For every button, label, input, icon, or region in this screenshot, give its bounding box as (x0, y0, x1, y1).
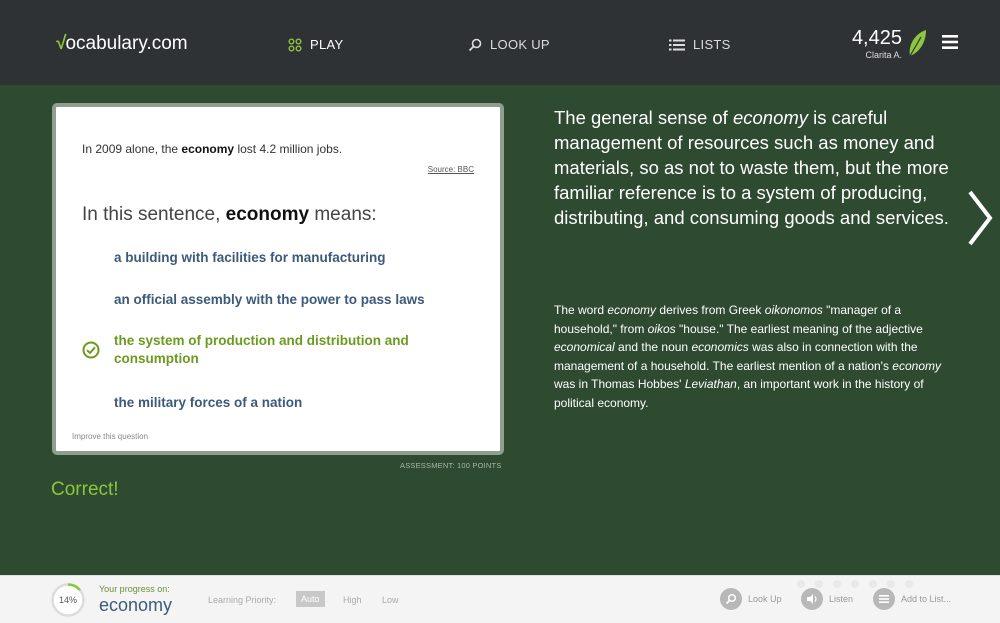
look-up-label: Look Up (748, 594, 782, 604)
logo-mark: √ (55, 33, 66, 54)
ety-italic: economics (691, 340, 749, 354)
listen-label: Listen (829, 594, 854, 604)
nav-play[interactable]: PLAY (288, 37, 343, 52)
assessment-points: ASSESSMENT: 100 POINTS (400, 461, 502, 470)
priority-low-button[interactable]: Low (382, 595, 399, 605)
footer-bar: 14% Your progress on: economy Learning P… (0, 575, 1000, 623)
main-area: In 2009 alone, the economy lost 4.2 mill… (0, 85, 1000, 575)
add-to-list-button[interactable]: Add to List... (873, 588, 951, 610)
answer-option-3-correct[interactable]: the system of production and distributio… (114, 332, 464, 368)
hamburger-menu-icon[interactable] (942, 35, 958, 49)
ety-italic: oikos (647, 321, 676, 336)
play-icon (288, 38, 302, 51)
nav-lists[interactable]: LISTS (669, 37, 731, 52)
definition-text: The general sense of economy is careful … (554, 105, 949, 230)
source-link[interactable]: Source: BBC (428, 165, 474, 174)
speaker-icon (801, 588, 823, 610)
ety-italic: oikonomos (764, 303, 823, 317)
search-icon (720, 588, 742, 610)
leaf-icon (909, 30, 926, 57)
prompt-word: economy (225, 204, 310, 225)
nav-play-label: PLAY (310, 37, 344, 52)
result-message: Correct! (51, 479, 119, 500)
ety-italic: economical (554, 340, 615, 354)
points-count: 4,425 (851, 27, 902, 49)
answer-option-1[interactable]: a building with facilities for manufactu… (114, 249, 464, 267)
example-sentence: In 2009 alone, the economy lost 4.2 mill… (82, 142, 342, 156)
add-to-list-label: Add to List... (901, 594, 952, 604)
user-points[interactable]: 4,425 Clarita A. (830, 28, 902, 60)
logo[interactable]: √ ocabulary.com (55, 33, 188, 55)
list-icon (669, 39, 685, 50)
ety-italic: economy (607, 303, 657, 317)
nav-look-up[interactable]: LOOK UP (468, 37, 550, 52)
question-card: In 2009 alone, the economy lost 4.2 mill… (52, 103, 504, 455)
improve-question-link[interactable]: Improve this question (72, 432, 148, 441)
ety-italic: economy (892, 358, 941, 373)
priority-high-button[interactable]: High (343, 595, 362, 605)
ety-part: The word (554, 303, 608, 317)
listen-button[interactable]: Listen (801, 588, 853, 610)
search-icon (468, 38, 482, 51)
top-nav-bar: √ ocabulary.com PLAY LOOK UP LISTS 4,425… (0, 0, 1000, 85)
sentence-text-end: lost 4.2 million jobs. (234, 142, 343, 156)
progress-word[interactable]: economy (99, 595, 172, 616)
ety-part: was in Thomas Hobbes' (554, 377, 685, 391)
priority-auto-button[interactable]: Auto (296, 591, 325, 607)
prompt-text: In this sentence, (82, 204, 226, 225)
look-up-button[interactable]: Look Up (720, 588, 782, 610)
etymology-text: The word economy derives from Greek oiko… (554, 301, 954, 412)
list-icon (873, 588, 895, 610)
progress-label: Your progress on: (99, 584, 170, 594)
sentence-word: economy (181, 142, 235, 156)
ety-part: and the noun (614, 340, 692, 354)
def-word: economy (732, 107, 809, 128)
user-name: Clarita A. (865, 50, 902, 60)
answer-option-2[interactable]: an official assembly with the power to p… (114, 291, 464, 309)
ety-part: "house." The earliest meaning of the adj… (675, 321, 923, 336)
prompt-text-end: means: (309, 204, 377, 225)
ety-part: derives from Greek (656, 303, 765, 317)
logo-text: ocabulary.com (65, 33, 188, 54)
answer-option-4[interactable]: the military forces of a nation (114, 394, 464, 412)
sentence-text: In 2009 alone, the (82, 142, 182, 156)
ety-italic: Leviathan (684, 377, 737, 391)
nav-lists-label: LISTS (693, 37, 731, 52)
def-part: The general sense of (554, 107, 733, 128)
next-arrow-icon[interactable] (966, 189, 994, 247)
progress-percent: 14% (58, 595, 77, 605)
learning-priority-label: Learning Priority: (208, 595, 277, 605)
question-prompt: In this sentence, economy means: (82, 204, 377, 226)
nav-look-up-label: LOOK UP (490, 37, 550, 52)
check-circle-icon (82, 341, 100, 359)
